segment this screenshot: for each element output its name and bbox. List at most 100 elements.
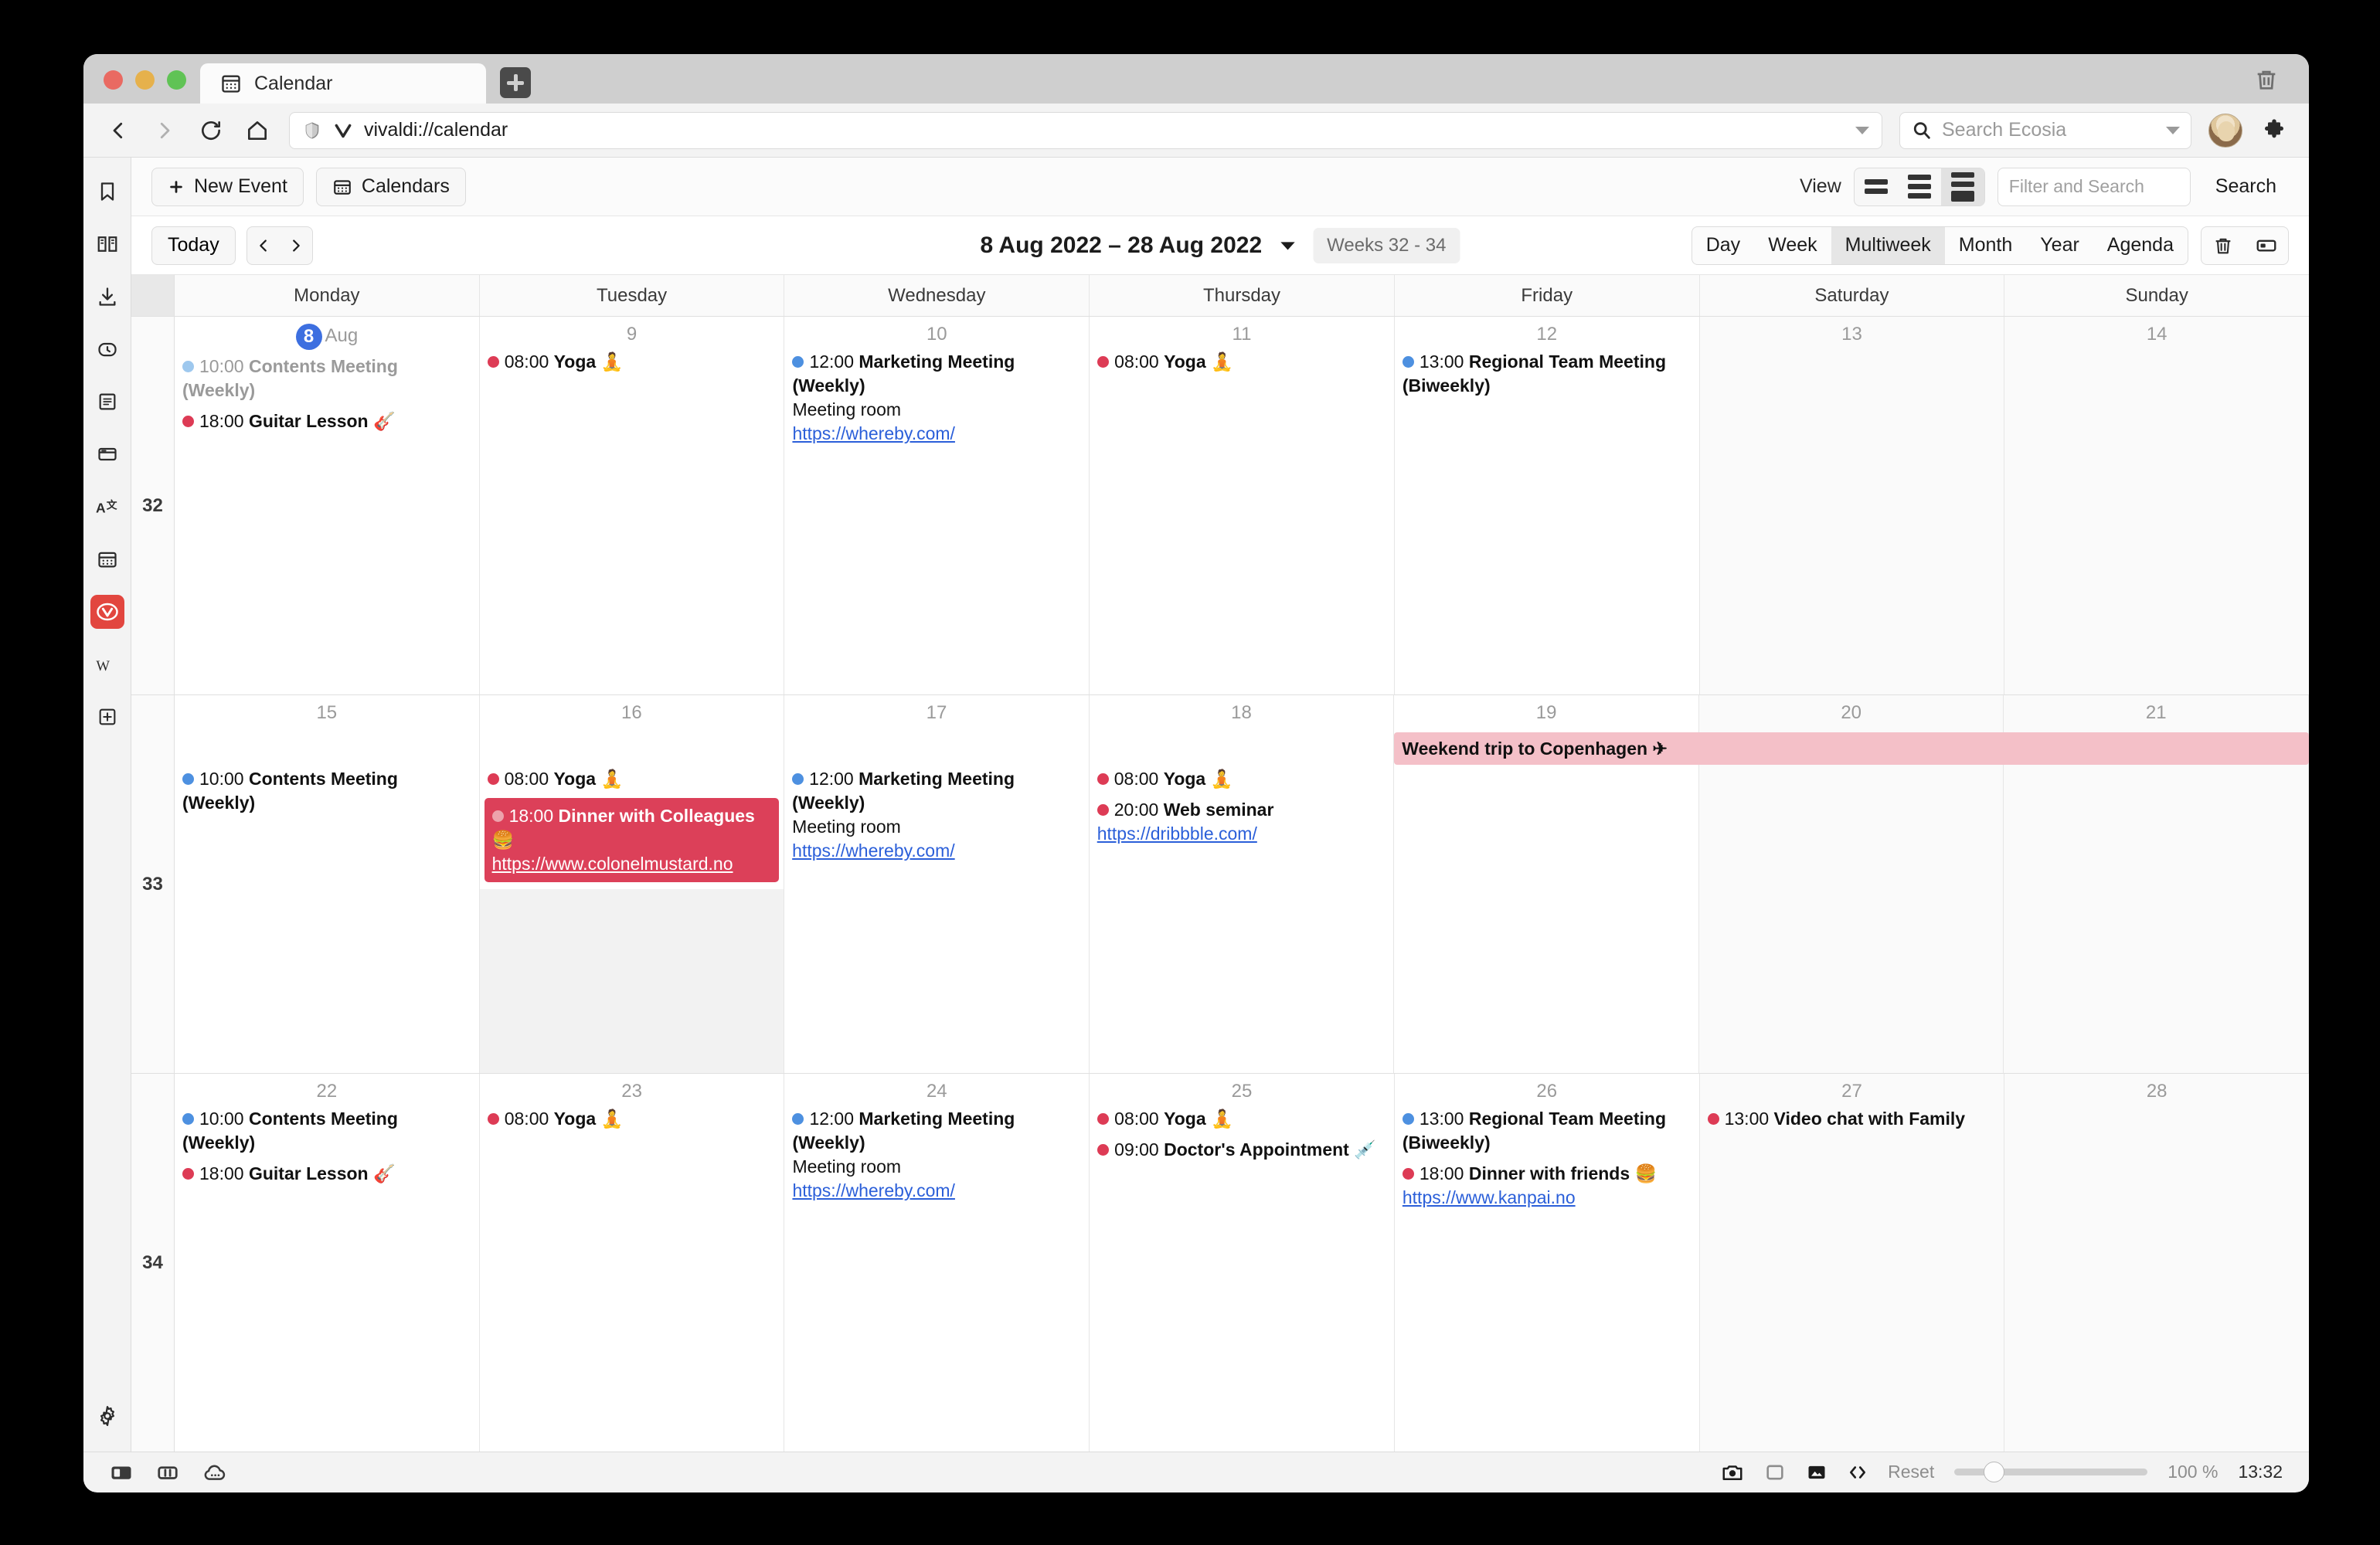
downloads-icon[interactable] <box>90 280 124 314</box>
day-cell[interactable]: 11 08:00 Yoga 🧘 <box>1090 317 1395 694</box>
calendar-event[interactable]: 12:00 Marketing Meeting (Weekly) Meeting … <box>792 350 1081 446</box>
calendar-event[interactable]: 18:00 Guitar Lesson 🎸 <box>182 1162 471 1186</box>
tab-month[interactable]: Month <box>1945 227 2026 264</box>
new-tab-button[interactable] <box>500 67 531 98</box>
day-cell[interactable]: 25 08:00 Yoga 🧘 09:00 Doctor's Appointment… <box>1090 1074 1395 1452</box>
event-link[interactable]: https://www.kanpai.no <box>1402 1186 1692 1210</box>
day-cell[interactable]: 12 13:00 Regional Team Meeting (Biweekly) <box>1395 317 1700 694</box>
calendar-event[interactable]: 08:00 Yoga 🧘 <box>487 1107 777 1131</box>
search-button[interactable]: Search <box>2203 168 2289 206</box>
window-capture-icon[interactable] <box>1764 1462 1786 1483</box>
calendar-event[interactable]: 10:00 Contents Meeting (Weekly) <box>182 355 471 402</box>
calendars-button[interactable]: Calendars <box>315 167 466 206</box>
wikipedia-icon[interactable]: W <box>90 647 124 681</box>
tab-week[interactable]: Week <box>1754 227 1831 264</box>
week-number[interactable]: 33 <box>131 695 175 1073</box>
cloud-sync-icon[interactable] <box>202 1461 227 1484</box>
event-link[interactable]: https://www.colonelmustard.no <box>492 852 772 876</box>
zoom-reset-label[interactable]: Reset <box>1888 1462 1934 1482</box>
filter-and-search-input[interactable]: Filter and Search <box>1997 167 2191 206</box>
calendar-event[interactable]: 13:00 Regional Team Meeting (Biweekly) <box>1402 1107 1692 1155</box>
date-range-title[interactable]: 8 Aug 2022 – 28 Aug 2022 <box>981 233 1263 259</box>
selected-time-slot[interactable] <box>479 889 784 1073</box>
avatar[interactable] <box>2208 113 2242 148</box>
translate-icon[interactable]: A文 <box>90 490 124 524</box>
history-icon[interactable] <box>90 332 124 366</box>
tab-multiweek[interactable]: Multiweek <box>1831 226 1945 264</box>
forward-arrow-icon[interactable] <box>150 116 179 145</box>
reload-icon[interactable] <box>196 116 226 145</box>
calendar-event[interactable]: 08:00 Yoga 🧘 <box>487 350 777 374</box>
day-cell[interactable]: 22 10:00 Contents Meeting (Weekly) 18:00 G… <box>175 1074 480 1452</box>
calendar-event[interactable]: 08:00 Yoga 🧘 <box>1096 767 1386 791</box>
puzzle-piece-icon[interactable] <box>2259 116 2289 145</box>
home-icon[interactable] <box>243 116 272 145</box>
image-icon[interactable] <box>1806 1462 1828 1483</box>
calendar-event[interactable]: 09:00 Doctor's Appointment 💉 <box>1097 1138 1386 1162</box>
calendar-event[interactable]: 13:00 Video chat with Family <box>1707 1107 1997 1131</box>
chevron-down-icon[interactable] <box>1279 239 1296 252</box>
day-cell[interactable]: 24 12:00 Marketing Meeting (Weekly) Meetin… <box>784 1074 1090 1452</box>
day-cell[interactable]: 17 12:00 Marketing Meeting (Weekly) Meetin… <box>784 695 1090 1073</box>
calendar-event[interactable]: 18:00 Guitar Lesson 🎸 <box>182 409 471 433</box>
minimize-window-button[interactable] <box>135 70 155 90</box>
search-field[interactable]: Search Ecosia <box>1899 111 2191 149</box>
new-event-button[interactable]: New Event <box>151 167 304 206</box>
maximize-window-button[interactable] <box>167 70 186 90</box>
day-cell[interactable]: 14 <box>2004 317 2309 694</box>
trash-icon[interactable] <box>2202 235 2245 256</box>
density-comfortable-button[interactable] <box>1855 168 1898 205</box>
calendar-event[interactable]: 10:00 Contents Meeting (Weekly) <box>182 767 471 815</box>
day-cell[interactable]: 23 08:00 Yoga 🧘 <box>480 1074 785 1452</box>
day-cell[interactable]: 9 08:00 Yoga 🧘 <box>480 317 785 694</box>
today-button[interactable]: Today <box>151 226 236 265</box>
event-link[interactable]: https://dribbble.com/ <box>1097 822 1386 846</box>
day-cell[interactable]: 8 Aug 10:00 Contents Meeting (Weekly) 18:00… <box>175 317 480 694</box>
calendar-event[interactable]: 13:00 Regional Team Meeting (Biweekly) <box>1402 350 1692 398</box>
day-cell[interactable]: 26 13:00 Regional Team Meeting (Biweekly)… <box>1395 1074 1700 1452</box>
day-cell[interactable]: 27 13:00 Video chat with Family <box>1699 1074 2005 1452</box>
event-panel-icon[interactable] <box>2245 234 2288 257</box>
calendar-event[interactable]: 08:00 Yoga 🧘 <box>1097 350 1386 374</box>
trash-icon[interactable] <box>2253 66 2309 104</box>
all-day-event[interactable]: Weekend trip to Copenhagen ✈ <box>1394 732 2309 765</box>
bookmarks-icon[interactable] <box>90 175 124 209</box>
day-cell[interactable]: 16 08:00 Yoga 🧘 18:00 Dinner with Colleagu… <box>479 695 785 1073</box>
day-cell[interactable]: 13 <box>1699 317 2005 694</box>
event-link[interactable]: https://whereby.com/ <box>792 422 1081 446</box>
calendar-event[interactable]: 18:00 Dinner with Colleagues 🍔 https://ww… <box>484 798 780 883</box>
chevron-down-icon[interactable] <box>1855 126 1869 134</box>
week-number[interactable]: 32 <box>131 317 175 694</box>
shield-icon[interactable] <box>302 121 322 141</box>
zoom-slider-thumb[interactable] <box>1984 1462 2005 1482</box>
browser-tab-calendar[interactable]: Calendar <box>200 63 486 104</box>
calendar-event[interactable]: 08:00 Yoga 🧘 <box>487 767 777 791</box>
close-window-button[interactable] <box>104 70 123 90</box>
add-panel-icon[interactable] <box>90 700 124 734</box>
event-link[interactable]: https://whereby.com/ <box>792 1179 1081 1203</box>
tab-day[interactable]: Day <box>1692 227 1754 264</box>
url-field[interactable]: vivaldi://calendar <box>289 111 1882 149</box>
gear-icon[interactable] <box>90 1399 124 1433</box>
window-panel-icon[interactable] <box>90 437 124 471</box>
camera-icon[interactable] <box>1721 1461 1744 1484</box>
calendar-event[interactable]: 18:00 Dinner with friends 🍔 https://www.k… <box>1402 1162 1692 1210</box>
day-cell[interactable]: 10 12:00 Marketing Meeting (Weekly) Meetin… <box>784 317 1090 694</box>
calendar-event[interactable]: 08:00 Yoga 🧘 <box>1097 1107 1386 1131</box>
sidebar-toggle-icon[interactable] <box>110 1461 133 1484</box>
calendar-panel-icon[interactable] <box>90 542 124 576</box>
developer-tools-icon[interactable] <box>1848 1462 1868 1482</box>
calendar-event[interactable]: 12:00 Marketing Meeting (Weekly) Meeting … <box>792 1107 1081 1203</box>
chevron-down-icon[interactable] <box>2166 126 2180 134</box>
calendar-event[interactable]: 20:00 Web seminar https://dribbble.com/ <box>1096 798 1386 846</box>
event-link[interactable]: https://whereby.com/ <box>792 839 1081 863</box>
vivaldi-mail-icon[interactable] <box>90 595 124 629</box>
notes-icon[interactable] <box>90 385 124 419</box>
density-compact-button[interactable] <box>1940 168 1984 205</box>
reading-list-icon[interactable] <box>90 227 124 261</box>
chevron-left-icon[interactable] <box>247 227 280 264</box>
back-arrow-icon[interactable] <box>104 116 133 145</box>
day-cell[interactable]: 28 <box>2004 1074 2309 1452</box>
calendar-event[interactable]: 10:00 Contents Meeting (Weekly) <box>182 1107 471 1155</box>
week-number[interactable]: 34 <box>131 1074 175 1452</box>
